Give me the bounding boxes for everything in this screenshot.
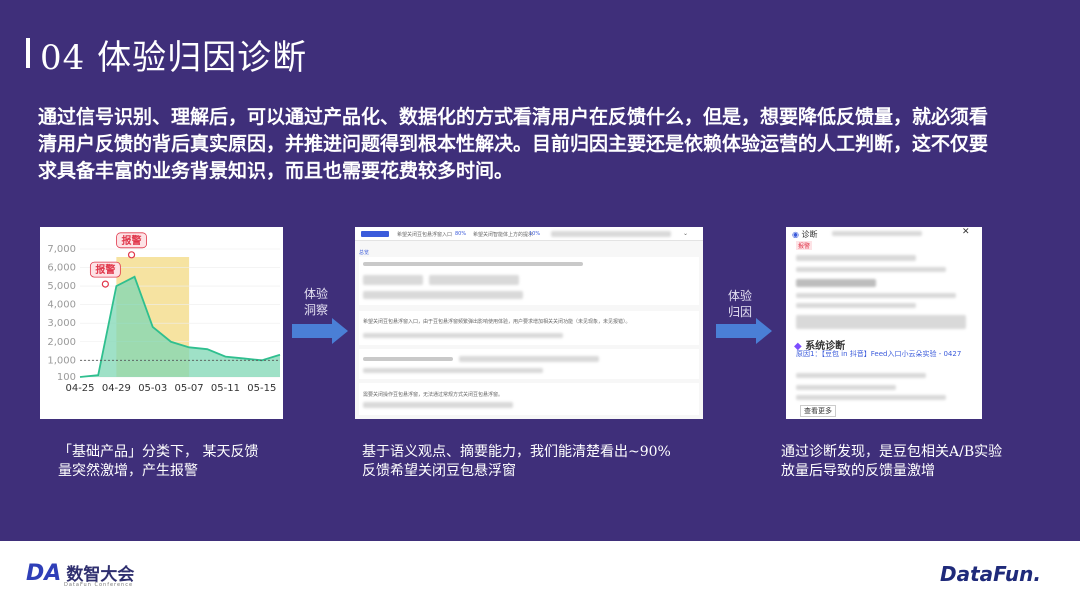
x-tick-label: 05-07 xyxy=(175,383,204,394)
blurred-block xyxy=(459,356,599,362)
blurred-block xyxy=(832,231,922,236)
blurred-block xyxy=(429,275,519,285)
conference-logo-mark: DA xyxy=(26,561,62,586)
info-icon: ◉ xyxy=(792,230,799,239)
page-title: 04 体验归因诊断 xyxy=(40,38,308,78)
arrow-label-insight: 体验 洞察 xyxy=(298,286,334,318)
blurred-block xyxy=(796,255,916,261)
alert-badge-label: 报警 xyxy=(122,234,142,247)
insight-screenshot-panel: 希望关闭豆包悬浮窗入口 80% 希望关闭智能体上方的提示 10% ⌄ 总览 希望… xyxy=(355,227,703,419)
blurred-block xyxy=(363,275,423,285)
feedback-row-3[interactable]: 需要关闭操作豆包悬浮窗，无法通过常规方式关闭豆包悬浮窗。 xyxy=(359,383,699,415)
y-tick-label: 4,000 xyxy=(47,300,76,311)
arrow-right-icon xyxy=(716,318,772,344)
arrow-label-line: 归因 xyxy=(727,305,752,319)
summary-card xyxy=(359,257,699,305)
y-tick-label: 3,000 xyxy=(47,318,76,329)
topic-tab-2[interactable]: 希望关闭智能体上方的提示 xyxy=(473,231,533,238)
app-logo-icon xyxy=(361,231,389,237)
slide-background: 04 体验归因诊断 通过信号识别、理解后，可以通过产品化、数据化的方式看清用户在… xyxy=(0,0,1080,541)
x-tick-label: 05-15 xyxy=(247,383,276,394)
topic-tab-1[interactable]: 希望关闭豆包悬浮窗入口 xyxy=(397,231,452,238)
view-more-button[interactable]: 查看更多 xyxy=(800,405,836,417)
diagnosis-reason[interactable]: 原因1：【豆包 in 抖音】Feed入口小云朵实验 - 0427 xyxy=(796,350,976,359)
y-tick-label: 100 xyxy=(57,372,76,383)
blurred-block xyxy=(363,402,513,408)
x-tick-label: 04-29 xyxy=(102,383,131,394)
caption-insight: 基于语义观点、摘要能力，我们能清楚看出~90%反馈希望关闭豆包悬浮窗 xyxy=(362,444,671,479)
diagnosis-header: ◉ 诊断 xyxy=(792,229,818,240)
arrow-right-icon xyxy=(292,318,348,344)
chevron-down-icon[interactable]: ⌄ xyxy=(683,230,688,237)
alert-marker xyxy=(127,251,136,259)
x-tick-label: 05-03 xyxy=(138,383,167,394)
y-tick-label: 2,000 xyxy=(47,337,76,348)
conference-logo-sub: DataFun Conference xyxy=(64,582,134,588)
diagnosis-screenshot-panel: ◉ 诊断 ✕ 报警 ◆ 系统诊断 原因1：【豆包 in 抖音】Feed入口小云朵… xyxy=(786,227,982,419)
diagnosis-header-text: 诊断 xyxy=(801,230,818,239)
blurred-block xyxy=(796,395,946,400)
feedback-row-1[interactable]: 希望关闭豆包悬浮窗入口，由于豆包悬浮窗频繁弹出影响使用体验，用户要求增加相关关闭… xyxy=(359,311,699,345)
caption-alert: 「基础产品」分类下， 某天反馈量突然激增，产生报警 xyxy=(58,444,259,479)
blurred-block xyxy=(363,368,543,373)
feedback-row-text: 希望关闭豆包悬浮窗入口，由于豆包悬浮窗频繁弹出影响使用体验，用户要求增加相关关闭… xyxy=(363,319,631,325)
arrow-label-line: 体验 xyxy=(727,289,752,303)
arrow-label-line: 体验 xyxy=(303,287,328,301)
x-tick-label: 05-11 xyxy=(211,383,240,394)
feedback-row-2[interactable] xyxy=(359,349,699,379)
datafun-logo: DataFun. xyxy=(940,562,1041,586)
blurred-block xyxy=(363,291,523,299)
arrow-label-attribution: 体验 归因 xyxy=(722,288,758,320)
alert-badge-label: 报警 xyxy=(95,263,115,276)
overview-label: 总览 xyxy=(359,250,370,256)
alert-marker xyxy=(101,280,109,288)
x-tick-label: 04-25 xyxy=(65,383,94,394)
row-line xyxy=(363,357,453,361)
blurred-block xyxy=(796,373,926,378)
topic-tab-2-pct: 10% xyxy=(529,231,541,237)
topic-tab-1-pct: 80% xyxy=(455,231,467,237)
blurred-block xyxy=(363,333,563,338)
blurred-block xyxy=(796,315,966,329)
alert-badge: 报警 xyxy=(796,241,813,250)
y-tick-label: 7,000 xyxy=(47,244,76,255)
alert-chart-panel: 7,000 6,000 5,000 4,000 3,000 2,000 1,000 100 04… xyxy=(40,227,283,419)
blurred-block xyxy=(796,293,956,298)
title-accent-bar xyxy=(26,38,30,68)
y-tick-label: 1,000 xyxy=(47,355,76,366)
arrow-label-line: 洞察 xyxy=(303,303,328,317)
y-tick-label: 6,000 xyxy=(47,263,76,274)
screenshot-toolbar: 希望关闭豆包悬浮窗入口 80% 希望关闭智能体上方的提示 10% ⌄ xyxy=(355,227,703,241)
close-icon[interactable]: ✕ xyxy=(962,227,970,237)
datafun-logo-text: DataFun. xyxy=(940,562,1041,586)
summary-line xyxy=(363,262,583,266)
feedback-volume-chart: 7,0006,0005,0004,0003,0002,0001,00010004… xyxy=(47,232,281,394)
feedback-row-text: 需要关闭操作豆包悬浮窗，无法通过常规方式关闭豆包悬浮窗。 xyxy=(363,392,504,398)
blurred-block xyxy=(796,267,946,272)
blurred-tab xyxy=(551,231,671,237)
conference-logo: DA 数智大会 DataFun Conference xyxy=(26,560,134,588)
intro-paragraph: 通过信号识别、理解后，可以通过产品化、数据化的方式看清用户在反馈什么，但是，想要… xyxy=(38,106,989,182)
blurred-block xyxy=(796,303,916,308)
blurred-block xyxy=(796,279,876,287)
blurred-block xyxy=(796,385,896,390)
caption-attribution: 通过诊断发现，是豆包相关A/B实验放量后导致的反馈量激增 xyxy=(781,444,1003,479)
y-tick-label: 5,000 xyxy=(47,281,76,292)
